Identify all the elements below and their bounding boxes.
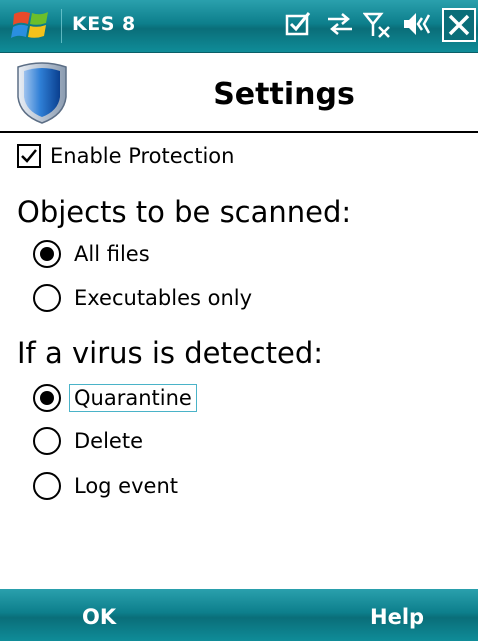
checkmark-icon	[21, 149, 37, 163]
enable-protection-checkbox[interactable]	[17, 144, 41, 168]
windows-start-icon[interactable]	[10, 6, 54, 46]
no-signal-icon[interactable]	[363, 10, 393, 40]
enable-protection-row[interactable]: Enable Protection	[17, 140, 234, 172]
title-separator	[61, 9, 62, 43]
softkey-bar: OK Help	[0, 589, 478, 641]
executables-only-radio[interactable]	[33, 284, 61, 312]
objects-section-title: Objects to be scanned:	[17, 195, 352, 229]
option-log-event[interactable]: Log event	[33, 469, 183, 503]
close-icon	[448, 14, 470, 36]
page-title: Settings	[213, 77, 355, 112]
close-button[interactable]	[442, 8, 476, 42]
data-sync-icon[interactable]	[325, 10, 355, 38]
option-delete[interactable]: Delete	[33, 424, 148, 458]
speaker-icon[interactable]	[402, 10, 436, 38]
quarantine-radio[interactable]	[33, 384, 61, 412]
log-event-label: Log event	[74, 474, 178, 498]
delete-radio[interactable]	[33, 427, 61, 455]
page-header: Settings	[0, 53, 478, 125]
header-divider	[0, 131, 478, 133]
delete-label: Delete	[74, 429, 143, 453]
virus-section-title: If a virus is detected:	[17, 336, 324, 370]
executables-only-label: Executables only	[74, 286, 253, 310]
quarantine-label: Quarantine	[69, 384, 197, 412]
enable-protection-label: Enable Protection	[50, 144, 235, 168]
help-softkey[interactable]: Help	[370, 605, 424, 629]
log-event-radio[interactable]	[33, 472, 61, 500]
app-title: KES 8	[72, 13, 136, 35]
all-files-radio[interactable]	[33, 240, 61, 268]
ok-softkey[interactable]: OK	[82, 605, 116, 629]
option-all-files[interactable]: All files	[33, 237, 155, 271]
all-files-label: All files	[74, 242, 150, 266]
checklist-icon[interactable]	[285, 10, 311, 38]
title-bar: KES 8	[0, 0, 478, 53]
option-quarantine[interactable]: Quarantine	[33, 381, 197, 415]
option-executables-only[interactable]: Executables only	[33, 281, 257, 315]
